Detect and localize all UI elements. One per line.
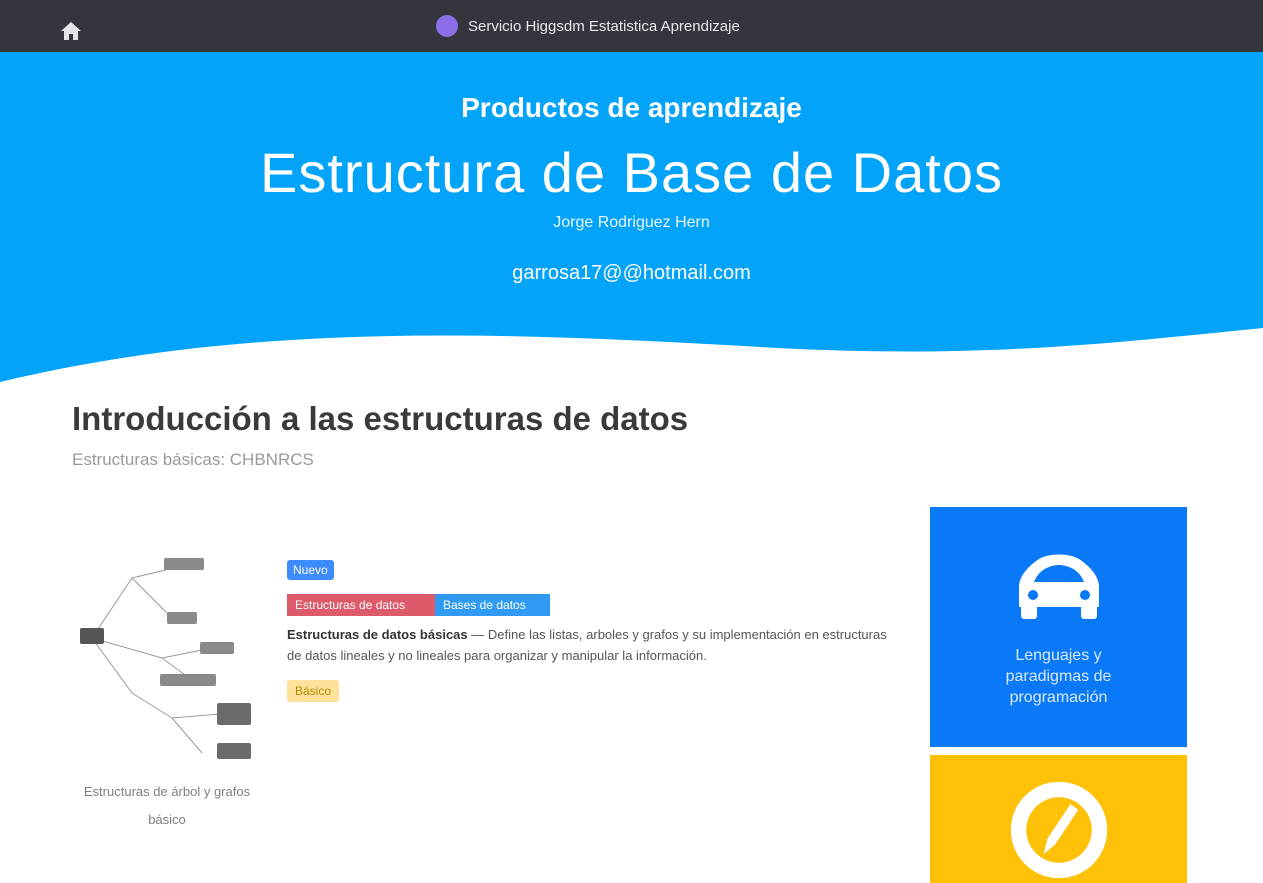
level-badge: Básico bbox=[287, 680, 340, 702]
course-description-lead: Estructuras de datos básicas bbox=[287, 627, 468, 642]
home-button[interactable] bbox=[58, 18, 84, 44]
section-title: Introducción a las estructuras de datos bbox=[72, 400, 689, 437]
site-title[interactable]: Servicio Higgsdm Estatistica Aprendizaje bbox=[436, 12, 740, 40]
course-description: Estructuras de datos básicas — Define la… bbox=[287, 624, 887, 666]
home-icon bbox=[61, 22, 81, 40]
programming-languages-tile[interactable]: Lenguajes y paradigmas de programación bbox=[930, 507, 1187, 747]
author-email[interactable]: garrosa17@@hotmail.com bbox=[0, 262, 1263, 285]
tag-structures[interactable]: Estructuras de datos bbox=[287, 594, 435, 616]
pencil-icon bbox=[1010, 781, 1107, 879]
course-card: Nuevo Estructuras de datos Bases de dato… bbox=[287, 560, 887, 702]
site-logo-icon bbox=[436, 15, 458, 37]
site-title-text: Servicio Higgsdm Estatistica Aprendizaje bbox=[468, 17, 740, 35]
hero-kicker: Productos de aprendizaje bbox=[461, 92, 802, 123]
editing-tile[interactable] bbox=[930, 755, 1187, 883]
car-icon bbox=[1018, 554, 1099, 619]
tag-databases[interactable]: Bases de datos bbox=[435, 594, 550, 616]
section-subtitle: Estructuras básicas: CHBNRCS bbox=[72, 450, 314, 469]
tree-diagram-thumbnail[interactable] bbox=[72, 548, 262, 768]
hero-banner: Productos de aprendizaje Estructura de B… bbox=[0, 52, 1263, 392]
thumbnail-caption-line1: Estructuras de árbol y grafos bbox=[83, 784, 251, 799]
hero-wave-divider bbox=[0, 328, 1263, 392]
programming-languages-label: Lenguajes y paradigmas de programación bbox=[1005, 647, 1112, 706]
top-nav-bar: Servicio Higgsdm Estatistica Aprendizaje bbox=[0, 0, 1263, 52]
thumbnail-caption: Estructuras de árbol y grafos básico bbox=[72, 778, 262, 834]
new-badge: Nuevo bbox=[287, 560, 334, 580]
thumbnail-caption-line2: básico bbox=[148, 812, 186, 827]
author-name: Jorge Rodriguez Hern bbox=[553, 214, 710, 231]
page-title: Estructura de Base de Datos bbox=[260, 141, 1003, 204]
tag-row: Estructuras de datos Bases de datos bbox=[287, 594, 887, 616]
